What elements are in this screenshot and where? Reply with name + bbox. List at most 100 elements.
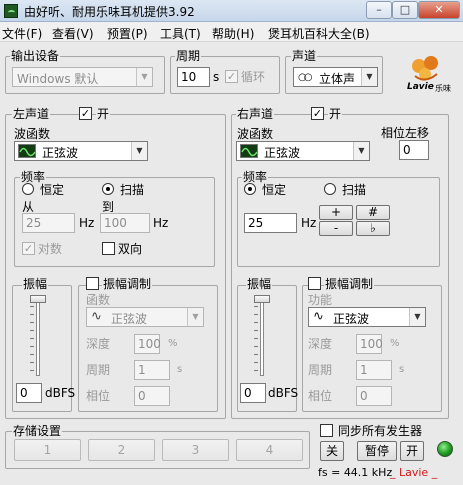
output-device-label: 输出设备	[10, 49, 61, 63]
brand-sub: 乐味	[435, 84, 451, 93]
output-device-select[interactable]: Windows 默认 ▼	[12, 67, 153, 87]
left-amplitude-input[interactable]: 0	[16, 383, 42, 403]
left-enable-label: 开	[96, 107, 111, 121]
left-to-label: 到	[102, 200, 115, 214]
menu-file[interactable]: 文件(F)	[2, 25, 42, 42]
right-wave-value: 正弦波	[264, 146, 301, 160]
left-amplitude-label: 振幅	[22, 277, 49, 291]
left-depth-unit: %	[168, 338, 178, 349]
preset-slot-1-button[interactable]: 1	[14, 439, 81, 461]
preset-slot-4-button[interactable]: 4	[236, 439, 303, 461]
left-bidirectional-label: 双向	[118, 242, 143, 256]
chevron-down-icon: ▼	[361, 68, 377, 86]
right-amplitude-input[interactable]: 0	[240, 383, 266, 403]
preset-slot-2-button[interactable]: 2	[88, 439, 155, 461]
freq-flat-button[interactable]: ♭	[356, 221, 390, 236]
menu-view[interactable]: 查看(V)	[52, 25, 94, 42]
chevron-down-icon: ▼	[131, 142, 147, 160]
chevron-down-icon: ▼	[409, 308, 425, 326]
left-am-func-label: 函数	[86, 293, 111, 307]
right-fixed-radio[interactable]	[244, 183, 256, 195]
chevron-down-icon: ▼	[136, 68, 152, 86]
channel-label: 声道	[291, 49, 318, 63]
period-input[interactable]: 10	[177, 67, 210, 87]
title-bar: 由好听、耐用乐味耳机提供3.92 – □ ✕	[0, 0, 463, 22]
left-am-func-select[interactable]: ∿ 正弦波 ▼	[86, 307, 204, 327]
loop-label: 循环	[241, 70, 266, 84]
left-sweep-radio[interactable]	[102, 183, 114, 195]
menu-help[interactable]: 帮助(H)	[212, 25, 254, 42]
right-am-period-input[interactable]: 1	[356, 360, 392, 380]
left-log-checkbox[interactable]: ✓	[22, 242, 35, 255]
right-wave-label: 波函数	[237, 127, 274, 141]
left-amplitude-slider-thumb[interactable]	[30, 295, 46, 303]
app-icon	[4, 4, 18, 18]
status-led-icon	[437, 441, 453, 457]
left-bidirectional-checkbox[interactable]	[102, 242, 115, 255]
channel-select[interactable]: ○○ 立体声 ▼	[293, 67, 378, 87]
lavie-logo: Lavie 乐味	[405, 54, 453, 94]
preset-slot-3-button[interactable]: 3	[162, 439, 229, 461]
left-amplitude-slider[interactable]	[36, 296, 40, 376]
phase-shift-input[interactable]: 0	[399, 140, 429, 160]
right-am-phase-label: 相位	[308, 389, 333, 403]
right-depth-label: 深度	[308, 337, 333, 351]
right-am-period-unit: s	[399, 364, 405, 375]
left-am-period-label: 周期	[86, 363, 111, 377]
sync-all-label: 同步所有发生器	[338, 424, 423, 438]
left-am-phase-label: 相位	[86, 389, 111, 403]
left-to-input[interactable]: 100	[100, 213, 150, 233]
menu-preset[interactable]: 预置(P)	[107, 25, 148, 42]
on-button[interactable]: 开	[400, 441, 424, 461]
right-channel-title: 右声道	[236, 107, 275, 121]
left-wave-label: 波函数	[14, 127, 51, 141]
pause-button[interactable]: 暂停	[357, 441, 397, 461]
left-log-label: 对数	[38, 242, 63, 256]
right-depth-input[interactable]: 100	[356, 334, 383, 354]
left-from-input[interactable]: 25	[22, 213, 75, 233]
left-am-func-value: 正弦波	[111, 312, 148, 326]
left-am-phase-input[interactable]: 0	[134, 386, 170, 406]
sync-all-checkbox[interactable]	[320, 424, 333, 437]
right-sweep-label: 扫描	[342, 183, 367, 197]
freq-minus-button[interactable]: -	[319, 221, 353, 236]
left-wave-select[interactable]: 正弦波 ▼	[14, 141, 148, 161]
left-depth-input[interactable]: 100	[134, 334, 161, 354]
left-fixed-radio[interactable]	[22, 183, 34, 195]
right-frequency-input[interactable]: 25	[244, 213, 297, 233]
left-am-checkbox[interactable]	[86, 277, 99, 290]
right-am-func-label: 功能	[308, 293, 333, 307]
right-sweep-radio[interactable]	[324, 183, 336, 195]
sine-wave-icon	[18, 144, 36, 158]
left-frequency-label: 频率	[20, 170, 47, 184]
right-wave-select[interactable]: 正弦波 ▼	[236, 141, 370, 161]
left-depth-label: 深度	[86, 337, 111, 351]
close-button[interactable]: ✕	[418, 1, 460, 19]
maximize-button[interactable]: □	[392, 1, 418, 19]
phase-shift-label: 相位左移	[381, 126, 430, 140]
right-am-phase-input[interactable]: 0	[356, 386, 392, 406]
sine-wave-icon: ∿	[313, 309, 324, 324]
sample-rate-text: fs = 44.1 kHz	[318, 466, 393, 479]
right-amplitude-slider-thumb[interactable]	[254, 295, 270, 303]
left-wave-value: 正弦波	[42, 146, 79, 160]
minimize-button[interactable]: –	[366, 1, 392, 19]
right-amplitude-slider[interactable]	[260, 296, 264, 376]
chevron-down-icon: ▼	[353, 142, 369, 160]
loop-checkbox[interactable]: ✓	[225, 70, 238, 83]
freq-sharp-button[interactable]: #	[356, 205, 390, 220]
window-title: 由好听、耐用乐味耳机提供3.92	[24, 5, 195, 19]
right-enable-checkbox[interactable]: ✓	[311, 107, 324, 120]
left-enable-checkbox[interactable]: ✓	[79, 107, 92, 120]
menu-tools[interactable]: 工具(T)	[160, 25, 201, 42]
off-button[interactable]: 关	[320, 441, 344, 461]
right-frequency-label: 频率	[242, 170, 269, 184]
storage-label: 存储设置	[12, 424, 63, 438]
right-depth-unit: %	[390, 338, 400, 349]
freq-plus-button[interactable]: +	[319, 205, 353, 220]
left-am-period-input[interactable]: 1	[134, 360, 170, 380]
menu-headphone-wiki[interactable]: 煲耳机百科大全(B)	[268, 25, 370, 42]
output-device-value: Windows 默认	[17, 72, 99, 86]
right-am-func-select[interactable]: ∿ 正弦波 ▼	[308, 307, 426, 327]
right-am-checkbox[interactable]	[308, 277, 321, 290]
